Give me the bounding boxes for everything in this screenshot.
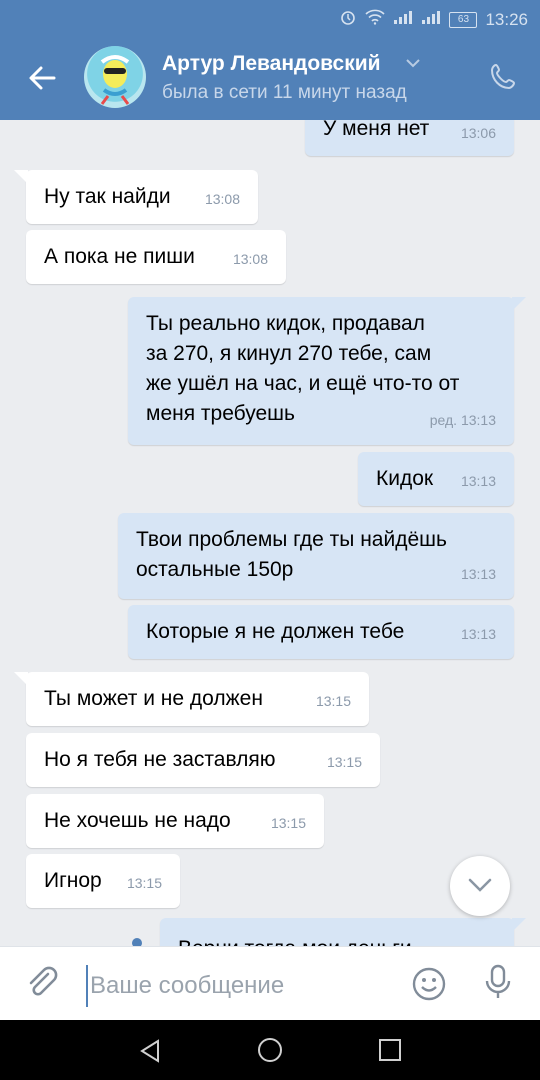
contact-avatar[interactable] (84, 46, 146, 108)
message-text: Но я тебя не заставляю (44, 748, 276, 771)
message-time: 13:15 (315, 693, 351, 709)
nav-home-icon[interactable] (256, 1036, 284, 1069)
unread-dot (132, 938, 142, 946)
status-bar: 63 13:26 (0, 0, 540, 36)
message-text: А пока не пиши (44, 245, 195, 268)
microphone-icon[interactable] (482, 963, 514, 1008)
message-time: 13:15 (270, 815, 306, 831)
message-composer (0, 946, 540, 1021)
chat-header: Артур Левандовский была в сети 11 минут … (0, 36, 540, 120)
message-list[interactable]: У меня нет 13:06 Ну так найди 13:08 А по… (0, 120, 540, 946)
message-time: 13:13 (460, 626, 496, 642)
status-time: 13:26 (485, 9, 528, 29)
alarm-icon (339, 8, 357, 31)
message-time: 13:08 (232, 251, 268, 267)
wifi-icon (365, 9, 386, 30)
message-time: 13:13 (460, 473, 496, 489)
chevron-down-icon[interactable] (404, 56, 422, 74)
emoji-icon[interactable] (410, 965, 448, 1008)
message-input[interactable] (86, 965, 392, 1007)
paperclip-icon[interactable] (24, 965, 60, 1006)
message-text: Игнор (44, 869, 102, 892)
message-text: Ты может и не должен (44, 687, 263, 710)
message-bubble-outgoing[interactable]: У меня нет 13:06 (305, 120, 514, 156)
message-text: Ну так найди (44, 185, 171, 208)
message-bubble-incoming[interactable]: Ты может и не должен 13:15 (14, 672, 369, 726)
contact-last-seen: была в сети 11 минут назад (162, 82, 407, 103)
message-bubble-outgoing[interactable]: Верни тогда мои деньги (160, 918, 526, 946)
battery-indicator: 63 (449, 11, 478, 28)
phone-call-icon[interactable] (488, 62, 518, 97)
message-time: ред. 13:13 (429, 412, 496, 428)
nav-recent-apps-icon[interactable] (378, 1038, 402, 1067)
message-text: Кидок (376, 467, 434, 490)
message-bubble-incoming[interactable]: Не хочешь не надо 13:15 (26, 794, 324, 848)
signal-icon-2 (421, 9, 441, 30)
message-text: Которые я не должен тебе (146, 620, 405, 643)
message-text: Твои проблемы где ты найдёшь остальные 1… (136, 528, 447, 581)
message-text: Не хочешь не надо (44, 809, 231, 832)
back-arrow-icon[interactable] (26, 62, 58, 94)
signal-icon (393, 9, 413, 30)
message-bubble-incoming[interactable]: Но я тебя не заставляю 13:15 (26, 733, 380, 787)
message-time: 13:13 (460, 566, 496, 582)
message-time: 13:15 (326, 754, 362, 770)
message-text: У меня нет (323, 120, 430, 140)
system-navigation-bar (0, 1020, 540, 1080)
message-text: Верни тогда мои деньги (178, 934, 412, 946)
message-bubble-incoming[interactable]: Игнор 13:15 (26, 854, 180, 908)
message-bubble-outgoing[interactable]: Твои проблемы где ты найдёшь остальные 1… (118, 513, 514, 599)
scroll-to-bottom-button[interactable] (450, 856, 510, 916)
message-bubble-incoming[interactable]: А пока не пиши 13:08 (26, 230, 286, 284)
nav-back-icon[interactable] (138, 1038, 164, 1069)
message-time: 13:15 (126, 875, 162, 891)
message-bubble-outgoing[interactable]: Ты реально кидок, продавал за 270, я кин… (128, 297, 526, 445)
message-bubble-outgoing[interactable]: Которые я не должен тебе 13:13 (128, 605, 514, 659)
message-time: 13:08 (204, 191, 240, 207)
message-time: 13:06 (460, 125, 496, 141)
message-bubble-outgoing[interactable]: Кидок 13:13 (358, 452, 514, 506)
message-text: Ты реально кидок, продавал за 270, я кин… (146, 312, 460, 425)
contact-name[interactable]: Артур Левандовский (162, 52, 381, 76)
message-bubble-incoming[interactable]: Ну так найди 13:08 (14, 170, 258, 224)
